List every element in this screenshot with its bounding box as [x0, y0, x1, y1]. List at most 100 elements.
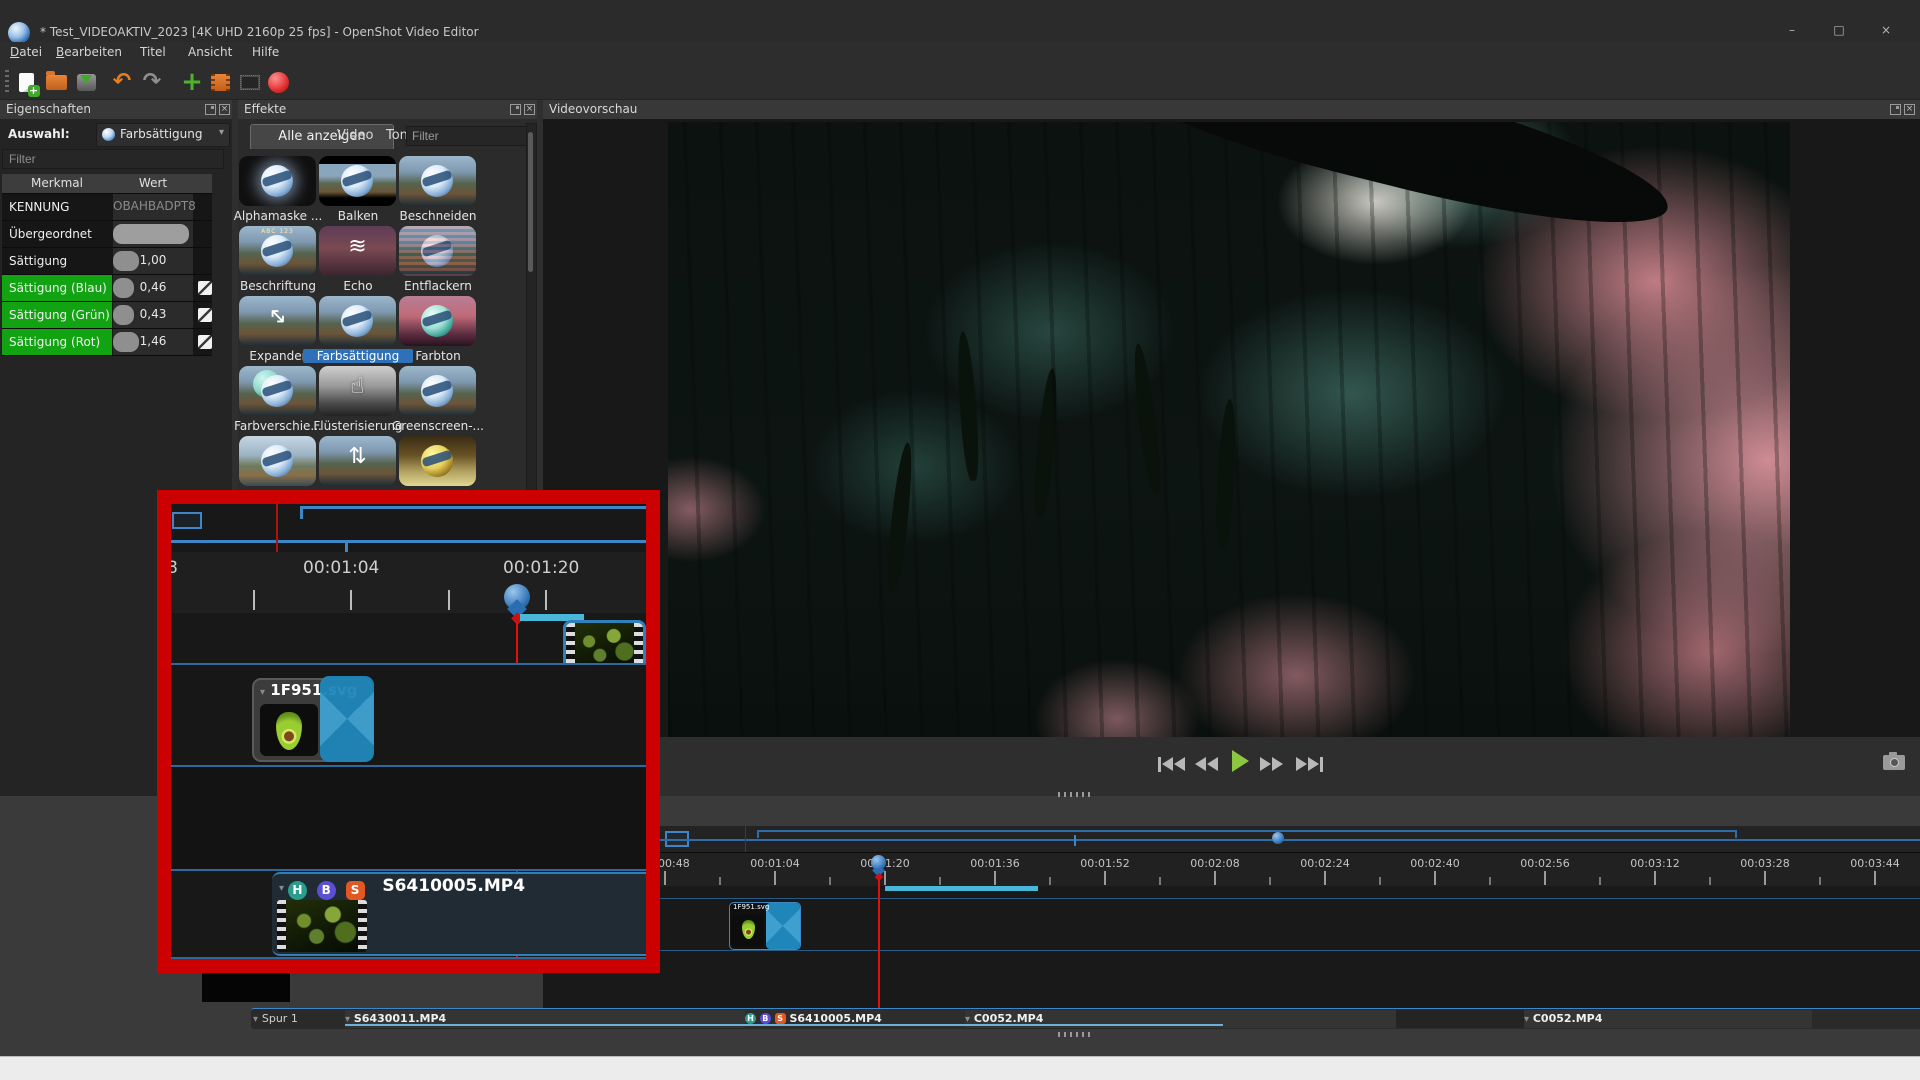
play-button[interactable]	[1232, 750, 1249, 772]
selection-dropdown[interactable]: Farbsättigung ▾	[96, 123, 230, 147]
chevron-down-icon[interactable]: ▾	[253, 1014, 258, 1025]
splitter-grip[interactable]	[1058, 1032, 1092, 1037]
import-files-icon[interactable]: +	[178, 68, 206, 96]
float-panel-icon[interactable]	[510, 104, 521, 115]
inset-clip-svg: ▾ 1F951.svg	[252, 678, 372, 762]
close-panel-icon[interactable]: ×	[524, 104, 535, 115]
effects-panel-header: Effekte ×	[238, 100, 537, 120]
properties-panel-title: Eigenschaften	[6, 102, 91, 116]
effects-filter-input[interactable]	[406, 126, 532, 146]
taskbar-strip	[0, 1056, 1920, 1080]
keyframe-icon[interactable]	[198, 335, 212, 349]
menu-hilfe[interactable]: Hilfe	[248, 45, 283, 63]
avocado-icon	[276, 712, 302, 750]
selection-value: Farbsättigung	[120, 127, 203, 141]
effects-panel-title: Effekte	[244, 102, 286, 116]
hue-badge: H	[745, 1013, 756, 1024]
keyframe-icon[interactable]	[198, 308, 212, 322]
fullscreen-icon[interactable]	[236, 68, 264, 96]
title-bar: * Test_VIDEOAKTIV_2023 [4K UHD 2160p 25 …	[0, 0, 1920, 43]
playhead-marker[interactable]	[871, 855, 886, 870]
brightness-badge: B	[760, 1013, 771, 1024]
close-panel-icon[interactable]: ×	[219, 104, 230, 115]
track-label: Spur 1	[262, 1012, 298, 1025]
openshot-logo-icon	[8, 22, 30, 44]
transition-overlay	[766, 903, 800, 949]
jump-to-end-button[interactable]	[1296, 753, 1323, 775]
avocado-icon	[742, 920, 755, 939]
table-row[interactable]: Übergeordnet	[2, 221, 212, 248]
maximize-button[interactable]: □	[1822, 22, 1856, 40]
clip-gap	[1396, 1010, 1524, 1028]
chevron-down-icon: ▾	[1524, 1014, 1529, 1025]
zoombar-marker[interactable]	[1272, 832, 1284, 844]
table-row[interactable]: Sättigung (Rot) 1,46	[2, 329, 212, 356]
tab-video[interactable]: Video	[337, 128, 373, 143]
splitter-grip[interactable]	[1058, 792, 1092, 797]
magnifier-inset: 8 00:01:04 00:01:20 ▾ 1F951.svg	[157, 490, 660, 973]
timeline-zoombar[interactable]	[543, 826, 1920, 852]
export-video-icon[interactable]	[264, 68, 292, 96]
jump-to-start-button[interactable]	[1158, 753, 1185, 775]
menu-datei[interactable]: Datei	[6, 45, 46, 63]
openshot-window: * Test_VIDEOAKTIV_2023 [4K UHD 2160p 25 …	[0, 0, 1920, 1080]
table-header: Merkmal Wert	[2, 174, 212, 194]
timeline-clip[interactable]: ▾ C0052.MP4	[1524, 1010, 1812, 1028]
capture-frame-icon[interactable]	[1883, 755, 1905, 770]
table-row[interactable]: Sättigung (Grün) 0,43	[2, 302, 212, 329]
video-frame[interactable]	[668, 122, 1790, 737]
properties-filter-input[interactable]	[2, 149, 224, 169]
new-project-icon[interactable]	[12, 68, 40, 96]
zoombar-playhead	[745, 826, 746, 852]
value-slider[interactable]	[113, 224, 189, 244]
brightness-badge: B	[317, 881, 336, 900]
inset-ruler: 8 00:01:04 00:01:20	[171, 552, 646, 613]
effect-farbton[interactable]: Farbton	[383, 296, 493, 366]
transition-range-bar	[885, 886, 1038, 891]
undo-icon[interactable]: ↶	[108, 68, 136, 96]
tab-ton[interactable]: Ton	[386, 128, 408, 143]
effect-greenscreen[interactable]: Greenscreen-...	[383, 366, 493, 436]
saturation-badge: S	[346, 881, 365, 900]
keyframe-icon[interactable]	[198, 281, 212, 295]
table-row[interactable]: Sättigung (Blau) 0,46	[2, 275, 212, 302]
effect-entflackern[interactable]: Entflackern	[383, 226, 493, 296]
open-project-icon[interactable]	[42, 68, 70, 96]
table-row[interactable]: KENNUNG OBAHBADPT8	[2, 194, 212, 221]
selection-label: Auswahl:	[8, 127, 70, 141]
inset-clip-video: ▾ H B S S6410005.MP4	[272, 872, 646, 956]
minimize-button[interactable]: –	[1775, 22, 1809, 40]
redo-icon[interactable]: ↷	[138, 68, 166, 96]
preview-panel-title: Videovorschau	[549, 102, 637, 116]
save-project-icon[interactable]	[72, 68, 100, 96]
clip-thumbnail	[277, 900, 367, 952]
rewind-button[interactable]	[1195, 753, 1218, 775]
close-panel-icon[interactable]: ×	[1904, 104, 1915, 115]
timeline-ruler[interactable]: 00:00:48 00:01:04 00:01:20 00:01:36 00:0…	[543, 852, 1920, 887]
timeline-clip-svg[interactable]: 1F951.svg	[729, 902, 801, 950]
saturation-badge: S	[775, 1013, 786, 1024]
toolbar-grip[interactable]	[5, 70, 9, 94]
fast-forward-button[interactable]	[1260, 753, 1283, 775]
chevron-down-icon: ▾	[279, 883, 284, 894]
column-wert: Wert	[113, 176, 193, 190]
menu-titel[interactable]: Titel	[136, 45, 170, 63]
effect-ball-icon	[102, 128, 115, 141]
close-button[interactable]: ×	[1869, 22, 1903, 40]
zoom-region-box	[172, 512, 202, 529]
table-row[interactable]: Sättigung 1,00	[2, 248, 212, 275]
properties-panel-header: Eigenschaften ×	[0, 100, 232, 120]
float-panel-icon[interactable]	[205, 104, 216, 115]
playhead-line[interactable]	[878, 880, 880, 1008]
hue-badge: H	[288, 881, 307, 900]
window-title: * Test_VIDEOAKTIV_2023 [4K UHD 2160p 25 …	[40, 25, 479, 39]
video-preview-panel	[543, 119, 1920, 796]
menu-ansicht[interactable]: Ansicht	[184, 45, 236, 63]
chevron-down-icon: ▾	[260, 687, 265, 698]
float-panel-icon[interactable]	[1890, 104, 1901, 115]
column-merkmal: Merkmal	[2, 176, 112, 190]
menu-bearbeiten[interactable]: Bearbeiten	[52, 45, 126, 63]
effect-beschneiden[interactable]: Beschneiden	[383, 156, 493, 226]
choose-profile-icon[interactable]	[206, 68, 234, 96]
chevron-down-icon: ▾	[219, 127, 224, 138]
